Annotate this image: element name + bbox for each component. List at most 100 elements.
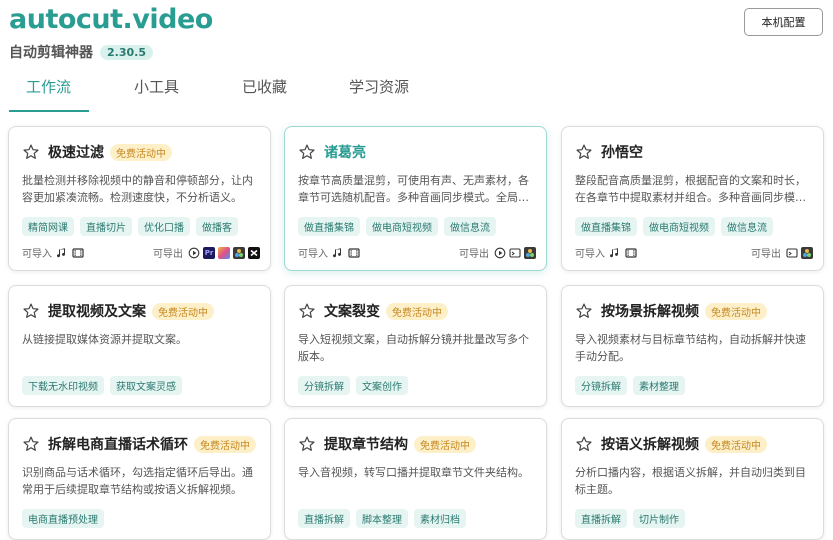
card-tag: 文案创作 (356, 376, 408, 395)
subtitle-icon (509, 247, 521, 258)
card-tags: 电商直播预处理 (22, 509, 104, 528)
card-header: 诸葛亮 (298, 141, 366, 163)
promo-badge: 免费活动中 (705, 302, 767, 320)
davinci-icon (801, 246, 813, 259)
card-header: 极速过滤 免费活动中 (22, 141, 172, 163)
io-row: 可导入 可导出 (575, 245, 813, 261)
play-icon (188, 247, 200, 258)
card-title: 极速过滤 (48, 145, 104, 161)
export-label: 可导出 (751, 249, 781, 260)
card-title: 提取章节结构 (324, 437, 408, 453)
card-tags: 分镜拆解 素材整理 (575, 376, 685, 395)
subtitle-icon (786, 247, 798, 258)
workflow-card[interactable]: 按语义拆解视频 免费活动中 分析口播内容，根据语义拆解，并自动归类到目标主题。 直播拆… (561, 418, 824, 540)
card-tag: 下载无水印视频 (22, 376, 104, 395)
card-tag: 直播拆解 (575, 509, 627, 528)
import-formats: 可导入 (575, 245, 637, 260)
favorite-star-icon[interactable] (575, 302, 593, 320)
card-tags: 做直播集锦 做电商短视频 做信息流 (575, 217, 773, 236)
card-tag: 做信息流 (444, 217, 496, 236)
promo-badge: 免费活动中 (705, 435, 767, 453)
promo-badge: 免费活动中 (152, 302, 214, 320)
favorite-star-icon[interactable] (575, 143, 593, 161)
card-title: 按场景拆解视频 (601, 304, 699, 320)
card-description: 按章节高质量混剪，可使用有声、无声素材，各章节可选随机配音。多种音画同步模式。全… (298, 174, 529, 204)
card-description: 从链接提取媒体资源并提取文案。 (22, 333, 187, 346)
card-title: 诸葛亮 (324, 145, 366, 161)
audio-icon (333, 247, 342, 257)
card-tag: 做播客 (196, 217, 238, 236)
export-formats: 可导出 Pr (153, 245, 260, 260)
finalcut-icon (218, 246, 230, 259)
video-icon (348, 247, 360, 258)
card-description: 批量检测并移除视频中的静音和停顿部分，让内容更加紧凑流畅。检测速度快，不分析语义… (22, 174, 253, 204)
favorite-star-icon[interactable] (22, 435, 40, 453)
card-description: 识别商品与话术循环，勾选指定循环后导出。通常用于后续提取章节结构或按语义拆解视频… (22, 466, 253, 496)
export-formats: 可导出 (751, 245, 813, 260)
export-formats: 可导出 (459, 245, 536, 260)
promo-badge: 免费活动中 (414, 435, 476, 453)
card-tag: 做电商短视频 (643, 217, 715, 236)
card-tag: 电商直播预处理 (22, 509, 104, 528)
card-title: 拆解电商直播话术循环 (48, 437, 188, 453)
workflow-card[interactable]: 文案裂变 免费活动中导入短视频文案，自动拆解分镜并批量改写多个版本。分镜拆解 文案创… (284, 285, 547, 407)
card-tag: 直播切片 (80, 217, 132, 236)
card-header: 按场景拆解视频 免费活动中 (575, 300, 767, 322)
card-tag: 分镜拆解 (298, 376, 350, 395)
premiere-icon: Pr (203, 246, 215, 259)
favorite-star-icon[interactable] (298, 302, 316, 320)
card-header: 孙悟空 (575, 141, 643, 163)
card-tag: 做电商短视频 (366, 217, 438, 236)
card-description: 导入视频素材与目标章节结构，自动拆解并快速手动分配。 (575, 333, 806, 363)
import-label: 可导入 (22, 249, 52, 260)
workflow-grid: 极速过滤 免费活动中 批量检测并移除视频中的静音和停顿部分，让内容更加紧凑流畅。检测… (0, 0, 833, 540)
export-label: 可导出 (459, 249, 489, 260)
workflow-card[interactable]: 孙悟空整段配音高质量混剪，根据配音的文案和时长，在各章节中提取素材并组合。多种音… (561, 126, 824, 271)
card-header: 提取章节结构 免费活动中 (298, 433, 476, 455)
workflow-card[interactable]: 诸葛亮按章节高质量混剪，可使用有声、无声素材，各章节可选随机配音。多种音画同步模… (284, 126, 547, 271)
import-label: 可导入 (298, 249, 328, 260)
favorite-star-icon[interactable] (22, 302, 40, 320)
workflow-card[interactable]: 拆解电商直播话术循环 免费活动中识别商品与话术循环，勾选指定循环后导出。通常用于后… (8, 418, 271, 540)
video-icon (72, 247, 84, 258)
card-tags: 精简网课 直播切片 优化口播 做播客 (22, 217, 238, 236)
favorite-star-icon[interactable] (22, 143, 40, 161)
promo-badge: 免费活动中 (386, 302, 448, 320)
workflow-card[interactable]: 按场景拆解视频 免费活动中导入视频素材与目标章节结构，自动拆解并快速手动分配。分镜… (561, 285, 824, 407)
card-tag: 分镜拆解 (575, 376, 627, 395)
io-row: 可导入 可导出 Pr (22, 245, 260, 261)
favorite-star-icon[interactable] (575, 435, 593, 453)
workflow-card[interactable]: 极速过滤 免费活动中批量检测并移除视频中的静音和停顿部分，让内容更加紧凑流畅。检测… (8, 126, 271, 271)
card-title: 孙悟空 (601, 145, 643, 161)
favorite-star-icon[interactable] (298, 143, 316, 161)
video-icon (625, 247, 637, 258)
workflow-card[interactable]: 提取视频及文案 免费活动中从链接提取媒体资源并提取文案。下载无水印视频 获取文案灵感 (8, 285, 271, 407)
davinci-icon (524, 246, 536, 259)
card-tag: 脚本整理 (356, 509, 408, 528)
card-tags: 下载无水印视频 获取文案灵感 (22, 376, 182, 395)
card-tag: 直播拆解 (298, 509, 350, 528)
card-header: 按语义拆解视频 免费活动中 (575, 433, 767, 455)
import-formats: 可导入 (22, 245, 84, 260)
card-description: 整段配音高质量混剪，根据配音的文案和时长，在各章节中提取素材并组合。多种音画同步… (575, 174, 806, 204)
card-tag: 做信息流 (721, 217, 773, 236)
card-tags: 分镜拆解 文案创作 (298, 376, 408, 395)
card-header: 拆解电商直播话术循环 免费活动中 (22, 433, 256, 455)
card-tags: 直播拆解 切片制作 (575, 509, 685, 528)
card-title: 提取视频及文案 (48, 304, 146, 320)
card-description: 导入音视频，转写口播并提取章节文件夹结构。 (298, 466, 529, 479)
card-tag: 切片制作 (633, 509, 685, 528)
card-description: 导入短视频文案，自动拆解分镜并批量改写多个版本。 (298, 333, 529, 363)
card-title: 文案裂变 (324, 304, 380, 320)
card-tag: 做直播集锦 (298, 217, 360, 236)
audio-icon (57, 247, 66, 257)
import-formats: 可导入 (298, 245, 360, 260)
io-row: 可导入 可导出 (298, 245, 536, 261)
card-tag: 优化口播 (138, 217, 190, 236)
workflow-card[interactable]: 提取章节结构 免费活动中导入音视频，转写口播并提取章节文件夹结构。直播拆解 脚本整理… (284, 418, 547, 540)
card-tags: 直播拆解 脚本整理 素材归档 (298, 509, 466, 528)
card-tag: 做直播集锦 (575, 217, 637, 236)
favorite-star-icon[interactable] (298, 435, 316, 453)
card-tag: 素材归档 (414, 509, 466, 528)
card-tag: 精简网课 (22, 217, 74, 236)
